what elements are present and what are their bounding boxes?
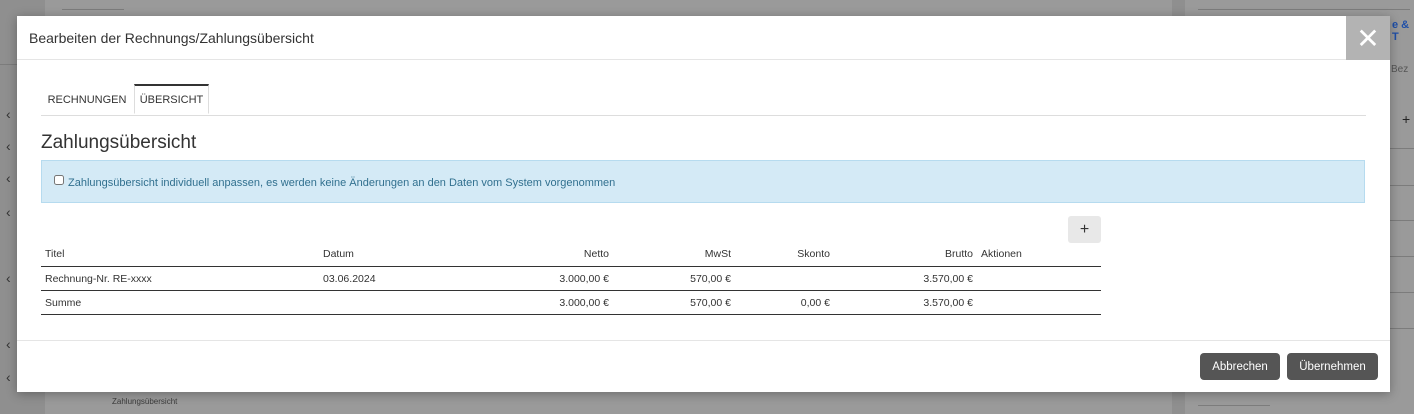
table-row: Rechnung-Nr. RE-xxxx 03.06.2024 3.000,00… <box>41 266 1101 291</box>
header-aktionen: Aktionen <box>977 242 1101 267</box>
payment-table: Titel Datum Netto MwSt Skonto Brutto Akt… <box>41 242 1101 315</box>
background-divider <box>1390 292 1414 293</box>
cell-skonto <box>735 266 834 291</box>
cell-mwst: 570,00 € <box>613 266 735 291</box>
footer-divider <box>17 340 1390 341</box>
header-brutto: Brutto <box>834 242 977 267</box>
cell-titel: Rechnung-Nr. RE-xxxx <box>41 266 319 291</box>
chevron-left-icon[interactable]: ‹ <box>6 270 11 286</box>
sum-datum <box>319 290 477 315</box>
header-skonto: Skonto <box>735 242 834 267</box>
background-divider <box>62 9 124 10</box>
header-datum: Datum <box>319 242 477 267</box>
dialog-header: Bearbeiten der Rechnungs/Zahlungsübersic… <box>17 16 1390 60</box>
sum-skonto: 0,00 € <box>735 290 834 315</box>
table-header-row: Titel Datum Netto MwSt Skonto Brutto Akt… <box>41 242 1101 267</box>
chevron-left-icon[interactable]: ‹ <box>6 369 11 385</box>
cell-netto: 3.000,00 € <box>477 266 613 291</box>
customize-checkbox[interactable] <box>54 175 64 185</box>
background-link[interactable]: e & T <box>1392 19 1414 43</box>
apply-button[interactable]: Übernehmen <box>1287 353 1378 380</box>
chevron-left-icon[interactable]: ‹ <box>6 336 11 352</box>
chevron-left-icon[interactable]: ‹ <box>6 170 11 186</box>
tab-bar: RECHNUNGEN ÜBERSICHT <box>41 84 1366 116</box>
sum-netto: 3.000,00 € <box>477 290 613 315</box>
background-divider <box>1198 405 1270 406</box>
background-divider <box>1390 328 1414 329</box>
chevron-left-icon[interactable]: ‹ <box>6 106 11 122</box>
background-add-icon[interactable]: + <box>1402 111 1410 127</box>
info-alert: Zahlungsübersicht individuell anpassen, … <box>41 160 1365 203</box>
header-titel: Titel <box>41 242 319 267</box>
cancel-button[interactable]: Abbrechen <box>1200 353 1280 380</box>
alert-text[interactable]: Zahlungsübersicht individuell anpassen, … <box>68 177 615 189</box>
cell-aktionen <box>977 266 1101 291</box>
cell-datum: 03.06.2024 <box>319 266 477 291</box>
background-divider <box>1390 148 1414 149</box>
tab-uebersicht[interactable]: ÜBERSICHT <box>134 84 209 114</box>
table-sum-row: Summe 3.000,00 € 570,00 € 0,00 € 3.570,0… <box>41 290 1101 315</box>
sum-mwst: 570,00 € <box>613 290 735 315</box>
sum-aktionen <box>977 290 1101 315</box>
edit-dialog: Bearbeiten der Rechnungs/Zahlungsübersic… <box>17 16 1390 392</box>
close-icon[interactable]: ✕ <box>1346 16 1390 60</box>
dialog-title: Bearbeiten der Rechnungs/Zahlungsübersic… <box>29 30 314 46</box>
background-divider <box>1390 256 1414 257</box>
header-netto: Netto <box>477 242 613 267</box>
background-divider <box>1198 9 1410 10</box>
sum-brutto: 3.570,00 € <box>834 290 977 315</box>
header-mwst: MwSt <box>613 242 735 267</box>
background-label: Zahlungsübersicht <box>112 397 178 406</box>
chevron-left-icon[interactable]: ‹ <box>6 138 11 154</box>
sum-titel: Summe <box>41 290 319 315</box>
background-divider <box>1390 220 1414 221</box>
cell-brutto: 3.570,00 € <box>834 266 977 291</box>
add-row-button[interactable]: + <box>1068 216 1101 243</box>
tab-rechnungen[interactable]: RECHNUNGEN <box>41 84 133 115</box>
chevron-left-icon[interactable]: ‹ <box>6 204 11 220</box>
section-title: Zahlungsübersicht <box>41 132 197 153</box>
background-divider <box>1390 185 1414 186</box>
background-column-header: Bez <box>1391 64 1409 75</box>
